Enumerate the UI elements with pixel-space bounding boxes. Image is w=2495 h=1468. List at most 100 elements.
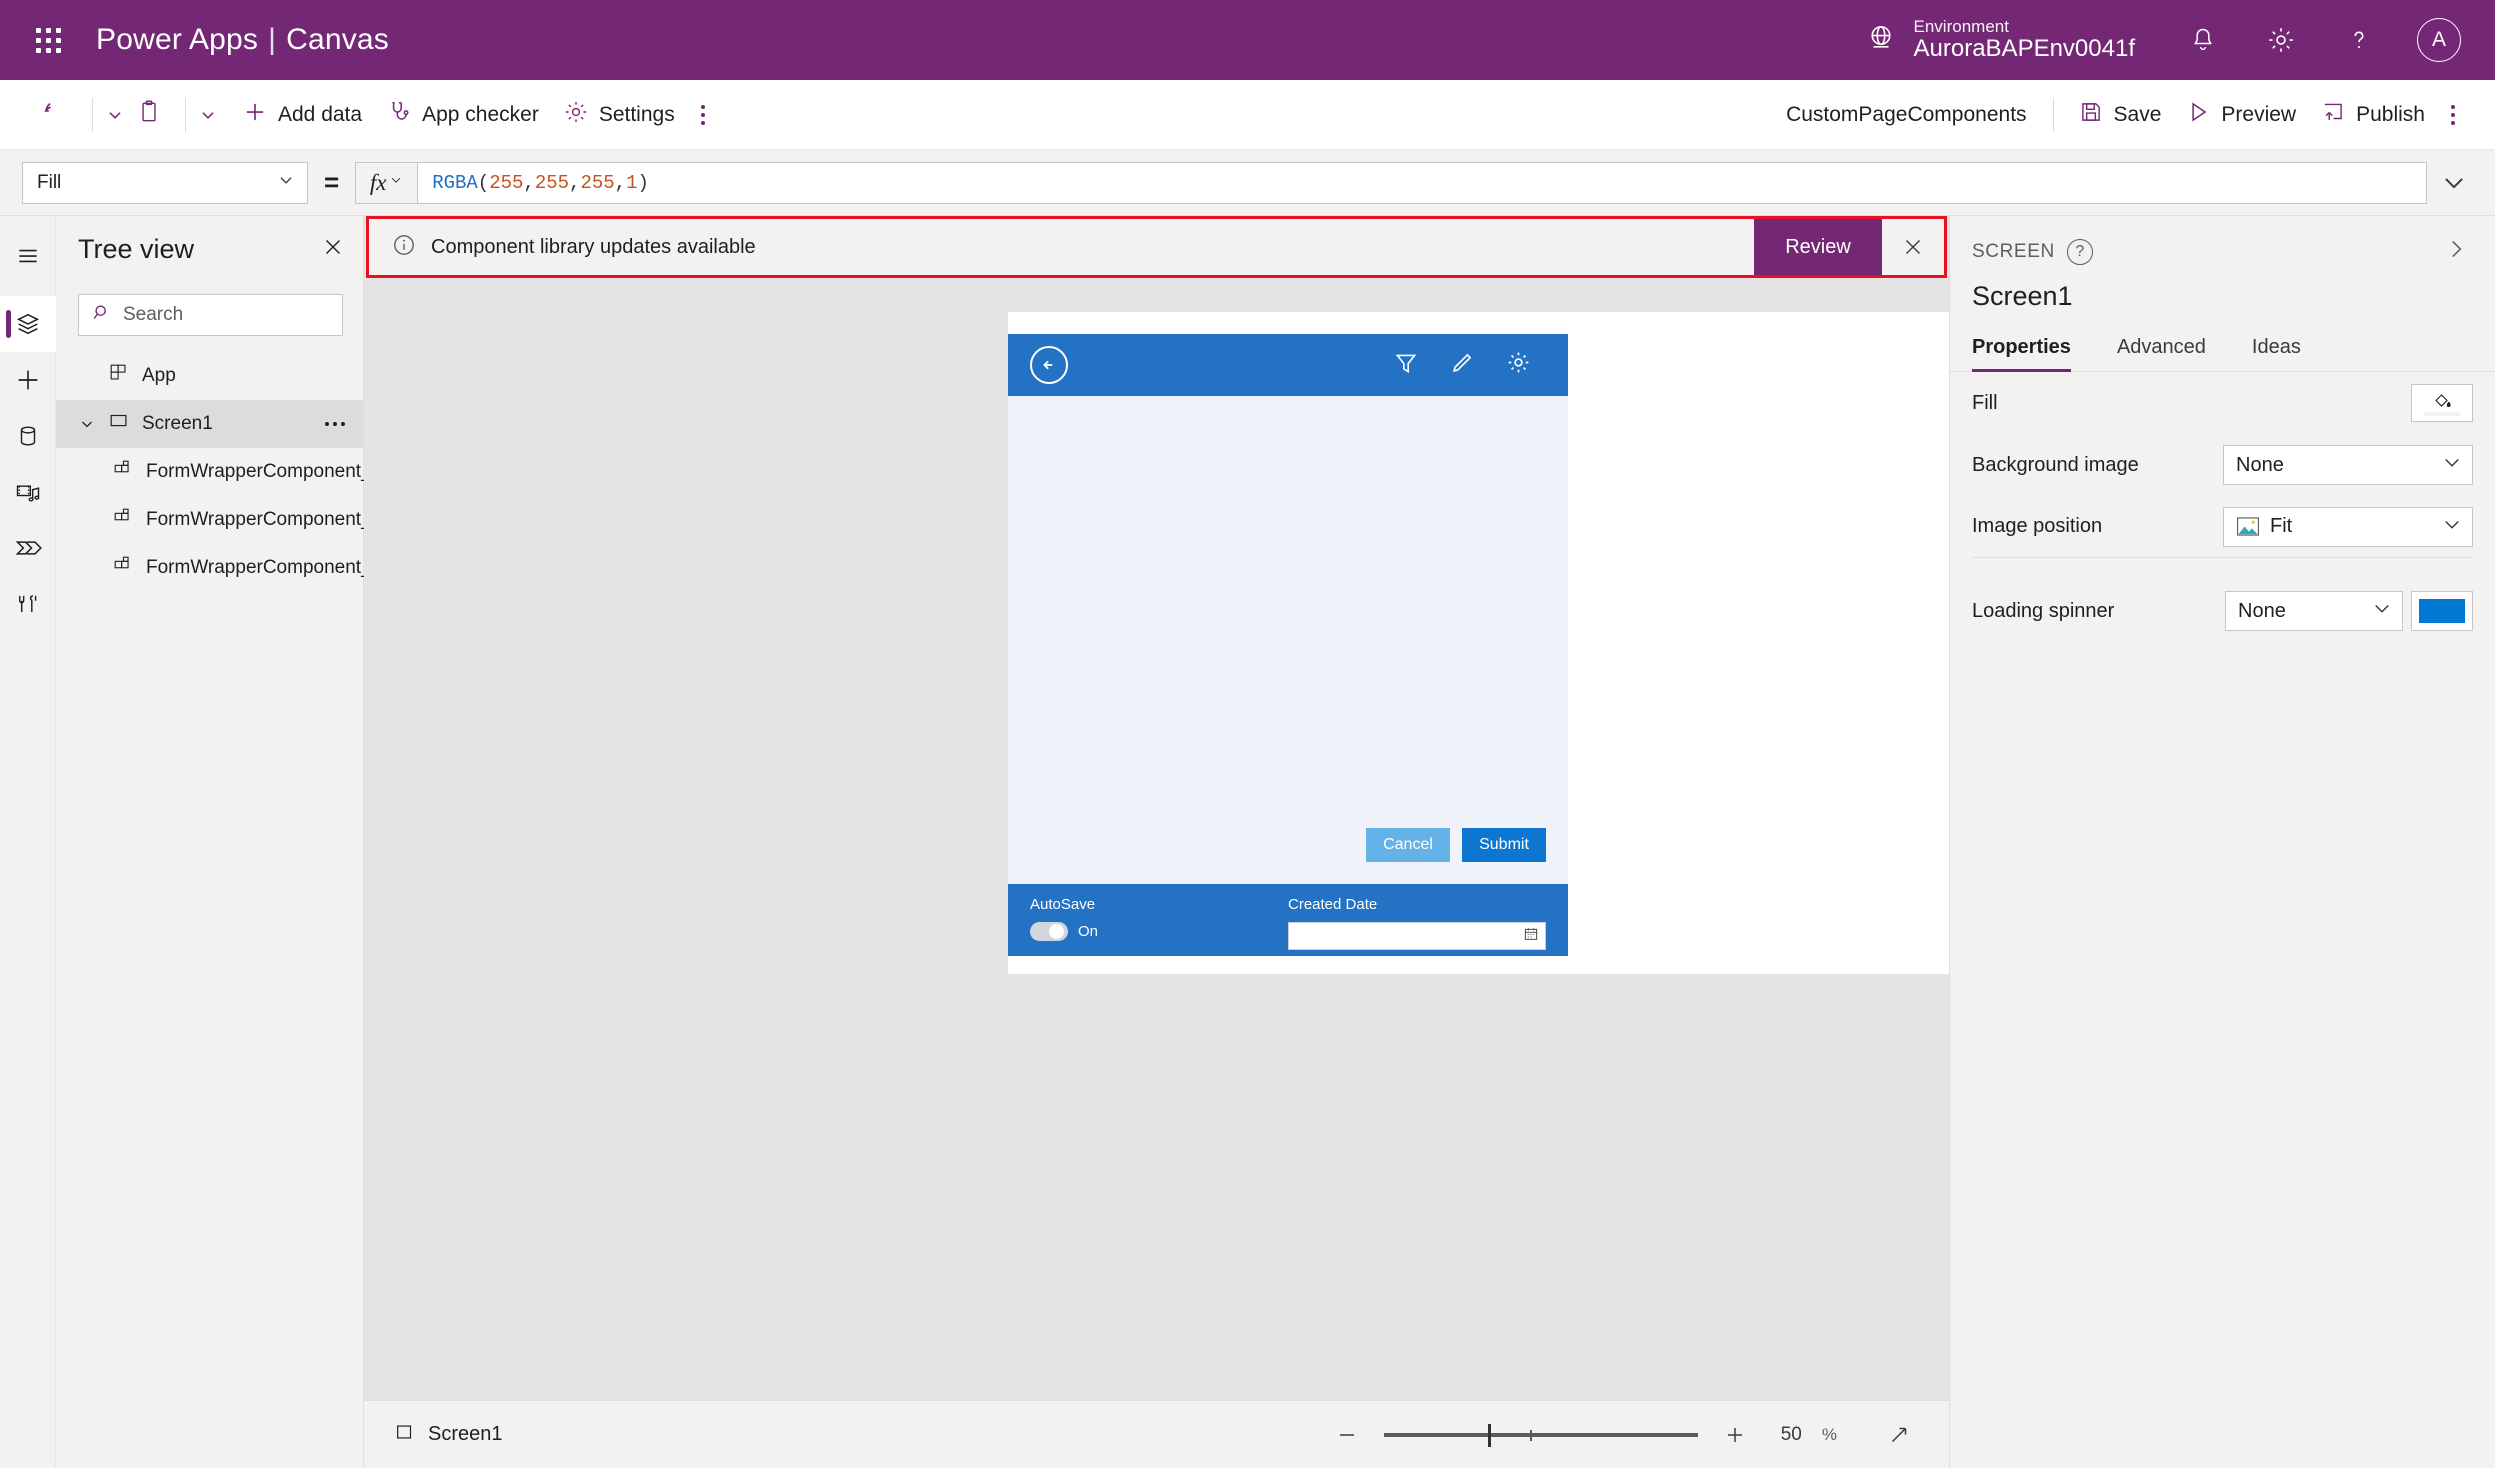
tree-node-label: FormWrapperComponent_3: [146, 557, 383, 578]
created-date-input[interactable]: [1288, 922, 1546, 950]
globe-icon: [1866, 23, 1896, 58]
tab-properties[interactable]: Properties: [1972, 330, 2087, 372]
canvas-area[interactable]: Cancel Submit AutoSave On Created Date: [364, 290, 1949, 1400]
question-circle-icon[interactable]: ?: [2066, 238, 2093, 265]
zoom-slider-tick: [1529, 1429, 1532, 1441]
clipboard-icon: [137, 99, 161, 130]
loading-spinner-select[interactable]: None: [2225, 591, 2403, 631]
properties-panel: SCREEN ? Screen1 Properties Advanced Ide…: [1949, 216, 2495, 1468]
tree-node-formwrapper-3[interactable]: FormWrapperComponent_3: [56, 544, 382, 592]
bell-icon[interactable]: [2183, 20, 2223, 60]
avatar[interactable]: A: [2417, 18, 2461, 62]
gear-icon[interactable]: [2261, 20, 2301, 60]
add-data-button[interactable]: Add data: [230, 92, 374, 137]
zoom-controls: 50 %: [1330, 1415, 1919, 1455]
tab-advanced[interactable]: Advanced: [2117, 330, 2222, 371]
chevron-down-icon[interactable]: [78, 416, 96, 432]
preview-button[interactable]: Preview: [2173, 92, 2308, 137]
submit-button[interactable]: Submit: [1462, 828, 1546, 862]
back-arrow-circle-icon[interactable]: [1030, 346, 1068, 384]
zoom-unit: %: [1821, 1424, 1837, 1444]
paste-chevron-down-icon[interactable]: [198, 105, 218, 125]
zoom-slider[interactable]: [1383, 1418, 1698, 1452]
background-image-select[interactable]: None: [2223, 445, 2473, 485]
undo-button[interactable]: [30, 92, 80, 137]
autosave-label: AutoSave: [1030, 896, 1096, 913]
insert-plus-icon[interactable]: [0, 352, 56, 408]
waffle-grid-icon[interactable]: [22, 14, 74, 66]
image-icon: [2236, 517, 2260, 536]
calendar-icon[interactable]: [1523, 926, 1539, 947]
brand-separator: |: [268, 23, 277, 56]
save-button[interactable]: Save: [2066, 92, 2174, 137]
publish-upload-icon: [2320, 99, 2346, 130]
property-label-background-image: Background image: [1972, 453, 2139, 476]
tree-node-app[interactable]: App: [56, 352, 363, 400]
brand-mode-label: Canvas: [286, 23, 390, 56]
status-screen-indicator[interactable]: Screen1: [394, 1421, 503, 1449]
close-icon[interactable]: [321, 235, 345, 264]
gear-icon[interactable]: [1505, 349, 1532, 381]
power-automate-icon[interactable]: [0, 520, 56, 576]
tree-node-label: FormWrapperComponent_2: [146, 509, 383, 530]
tree-node-formwrapper-2[interactable]: FormWrapperComponent_2: [56, 496, 382, 544]
autosave-state-label: On: [1078, 923, 1099, 940]
screen-preview[interactable]: Cancel Submit: [1008, 334, 1568, 884]
question-icon[interactable]: [2339, 20, 2379, 60]
undo-chevron-down-icon[interactable]: [105, 105, 125, 125]
brand-icon-group: A: [2183, 18, 2461, 62]
edit-pencil-icon[interactable]: [1449, 350, 1475, 381]
properties-rows: Fill Background image None Image positio…: [1950, 372, 2495, 642]
review-button[interactable]: Review: [1754, 219, 1882, 275]
tab-ideas[interactable]: Ideas: [2252, 330, 2317, 371]
search-input[interactable]: Search: [78, 294, 343, 336]
chevron-right-icon[interactable]: [2439, 232, 2473, 271]
loading-spinner-swatch-fill: [2419, 599, 2465, 623]
ellipsis-icon[interactable]: [325, 422, 345, 426]
form-footer-bar: AutoSave On Created Date: [1008, 884, 1568, 956]
hamburger-menu-icon[interactable]: [0, 228, 56, 284]
formula-expand-chevron-down-icon[interactable]: [2427, 170, 2481, 196]
app-brand-title[interactable]: Power Apps | Canvas: [96, 23, 389, 57]
toolbar-overflow-kebab-menu-icon[interactable]: [687, 95, 719, 135]
chevron-down-icon: [2442, 514, 2462, 540]
expand-diagonal-icon[interactable]: [1879, 1415, 1919, 1455]
filter-icon[interactable]: [1393, 350, 1419, 381]
fx-button[interactable]: fx: [355, 161, 418, 204]
right-overflow-kebab-menu-icon[interactable]: [2437, 95, 2469, 135]
cancel-button[interactable]: Cancel: [1366, 828, 1450, 862]
data-cylinder-icon[interactable]: [0, 408, 56, 464]
add-data-label: Add data: [278, 102, 363, 126]
plus-icon[interactable]: [1718, 1418, 1752, 1452]
environment-selector[interactable]: Environment AuroraBAPEnv0041f: [1866, 17, 2135, 63]
app-name-label[interactable]: CustomPageComponents: [1772, 97, 2040, 133]
selected-control-name: Screen1: [1972, 281, 2073, 311]
property-row-background-image: Background image None: [1972, 434, 2473, 496]
formula-input[interactable]: RGBA(255, 255, 255, 1): [417, 161, 2427, 204]
loading-spinner-value: None: [2238, 599, 2286, 622]
media-icon[interactable]: [0, 464, 56, 520]
formula-token-num: 255: [489, 171, 524, 194]
property-label-loading-spinner: Loading spinner: [1972, 599, 2115, 622]
loading-spinner-color-swatch[interactable]: [2411, 591, 2473, 631]
publish-button[interactable]: Publish: [2308, 92, 2437, 137]
property-selector[interactable]: Fill: [22, 161, 308, 204]
top-brand-bar: Power Apps | Canvas Environment AuroraBAPE…: [0, 0, 2495, 80]
settings-button[interactable]: Settings: [551, 92, 687, 137]
close-icon[interactable]: [1882, 219, 1944, 275]
paste-button[interactable]: [125, 92, 173, 137]
tree-view-layers-icon[interactable]: [0, 296, 56, 352]
tree-node-formwrapper-1[interactable]: FormWrapperComponent_1: [56, 448, 382, 496]
variables-tools-icon[interactable]: [0, 576, 56, 632]
environment-label: Environment: [1913, 17, 2009, 37]
fill-color-button[interactable]: [2411, 384, 2473, 422]
zoom-slider-thumb[interactable]: [1487, 1423, 1491, 1447]
autosave-toggle[interactable]: [1030, 922, 1068, 941]
tree-node-label: Screen1: [142, 413, 213, 434]
stethoscope-icon: [386, 99, 412, 130]
image-position-select[interactable]: Fit: [2223, 506, 2473, 547]
tree-node-screen1[interactable]: Screen1: [56, 400, 363, 448]
minus-icon[interactable]: [1330, 1418, 1364, 1452]
brand-product-label: Power Apps: [96, 23, 259, 56]
app-checker-button[interactable]: App checker: [374, 92, 551, 137]
